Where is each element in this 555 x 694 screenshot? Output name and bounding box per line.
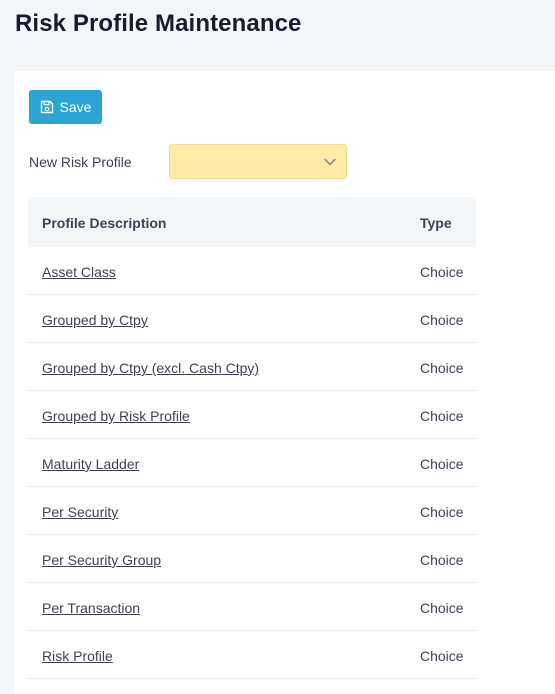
- table-header: Profile Description Type: [28, 197, 476, 247]
- profile-link[interactable]: Per Security Group: [42, 552, 161, 568]
- table-row: Grouped by Risk Profile Choice: [28, 391, 476, 439]
- new-risk-profile-label: New Risk Profile: [29, 154, 132, 170]
- header-profile-description: Profile Description: [42, 215, 167, 231]
- table-row: Grouped by Ctpy (excl. Cash Ctpy) Choice: [28, 343, 476, 391]
- profile-type: Choice: [420, 264, 464, 280]
- table-row: Maturity Ladder Choice: [28, 439, 476, 487]
- floppy-disk-icon: [40, 100, 54, 114]
- profile-type: Choice: [420, 648, 464, 664]
- table-row: Per Transaction Choice: [28, 583, 476, 631]
- profile-link[interactable]: Asset Class: [42, 264, 116, 280]
- profile-link[interactable]: Risk Profile: [42, 648, 113, 664]
- risk-profile-card: Save New Risk Profile Profile Descriptio…: [14, 71, 555, 694]
- table-row: Grouped by Ctpy Choice: [28, 295, 476, 343]
- save-button-label: Save: [59, 99, 92, 115]
- page-title: Risk Profile Maintenance: [15, 10, 302, 37]
- save-button[interactable]: Save: [29, 90, 102, 124]
- profile-type: Choice: [420, 552, 464, 568]
- profile-type: Choice: [420, 360, 464, 376]
- header-type: Type: [420, 215, 452, 231]
- profile-type: Choice: [420, 504, 464, 520]
- profile-type: Choice: [420, 456, 464, 472]
- profile-link[interactable]: Grouped by Ctpy: [42, 312, 148, 328]
- profile-link[interactable]: Maturity Ladder: [42, 456, 139, 472]
- profile-link[interactable]: Grouped by Risk Profile: [42, 408, 190, 424]
- profile-link[interactable]: Grouped by Ctpy (excl. Cash Ctpy): [42, 360, 259, 376]
- new-risk-profile-select[interactable]: [169, 144, 347, 179]
- profile-type: Choice: [420, 408, 464, 424]
- table-row: Risk Profile Choice: [28, 631, 476, 679]
- table-row: Per Security Choice: [28, 487, 476, 535]
- table-row: Asset Class Choice: [28, 247, 476, 295]
- profile-type: Choice: [420, 312, 464, 328]
- profile-link[interactable]: Per Security: [42, 504, 118, 520]
- table-row: Per Security Group Choice: [28, 535, 476, 583]
- chevron-down-icon: [323, 155, 337, 174]
- profile-link[interactable]: Per Transaction: [42, 600, 140, 616]
- risk-profile-table: Profile Description Type Asset Class Cho…: [28, 197, 476, 679]
- profile-type: Choice: [420, 600, 464, 616]
